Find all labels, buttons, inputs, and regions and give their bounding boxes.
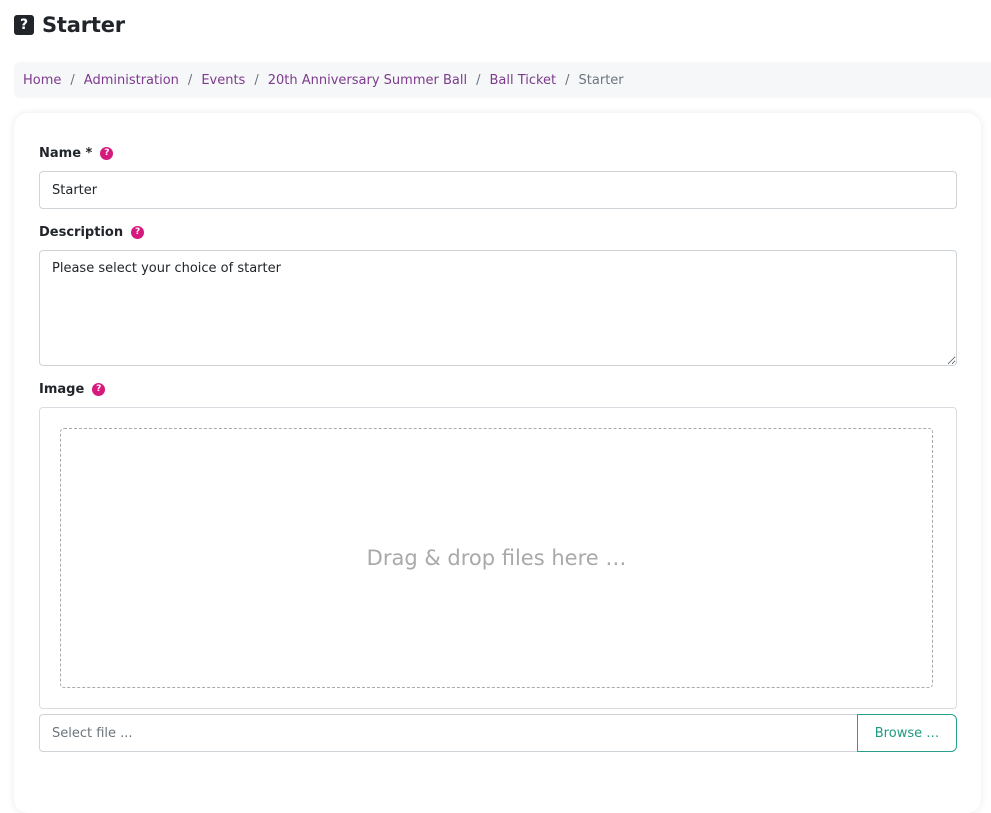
- breadcrumb-ticket[interactable]: Ball Ticket: [489, 73, 556, 88]
- description-label-text: Description: [39, 225, 124, 240]
- page-header: ? Starter: [14, 10, 125, 40]
- breadcrumb-separator: /: [254, 72, 259, 88]
- help-icon[interactable]: ?: [92, 383, 106, 396]
- breadcrumb-separator: /: [70, 72, 75, 88]
- file-preview: Drag & drop files here …: [39, 407, 957, 709]
- dropzone-text: Drag & drop files here …: [366, 546, 627, 570]
- question-square-icon: ?: [14, 15, 34, 35]
- file-caption-placeholder: Select file ...: [52, 725, 133, 741]
- image-label: Image ?: [39, 382, 106, 397]
- breadcrumb-administration[interactable]: Administration: [84, 73, 179, 88]
- breadcrumb-separator: /: [476, 72, 481, 88]
- form-card: Name * ? Description ? Please select you…: [14, 113, 981, 813]
- browse-button[interactable]: Browse …: [857, 714, 957, 752]
- name-label-text: Name *: [39, 146, 93, 161]
- breadcrumb-event[interactable]: 20th Anniversary Summer Ball: [268, 73, 467, 88]
- help-icon[interactable]: ?: [131, 226, 145, 239]
- image-label-text: Image: [39, 382, 85, 397]
- name-label: Name * ?: [39, 146, 114, 161]
- name-input[interactable]: [39, 171, 957, 209]
- page-title: Starter: [42, 13, 125, 37]
- breadcrumb: Home / Administration / Events / 20th An…: [14, 62, 991, 98]
- breadcrumb-home[interactable]: Home: [23, 73, 61, 88]
- help-icon[interactable]: ?: [100, 147, 114, 160]
- file-caption[interactable]: Select file ...: [39, 714, 857, 752]
- file-input-group: Select file ... Browse …: [39, 714, 957, 752]
- description-textarea[interactable]: Please select your choice of starter: [39, 250, 957, 366]
- file-dropzone[interactable]: Drag & drop files here …: [60, 428, 933, 688]
- breadcrumb-separator: /: [187, 72, 193, 88]
- breadcrumb-separator: /: [565, 72, 570, 88]
- breadcrumb-current: Starter: [578, 72, 624, 88]
- breadcrumb-events[interactable]: Events: [201, 73, 245, 88]
- description-label: Description ?: [39, 225, 145, 240]
